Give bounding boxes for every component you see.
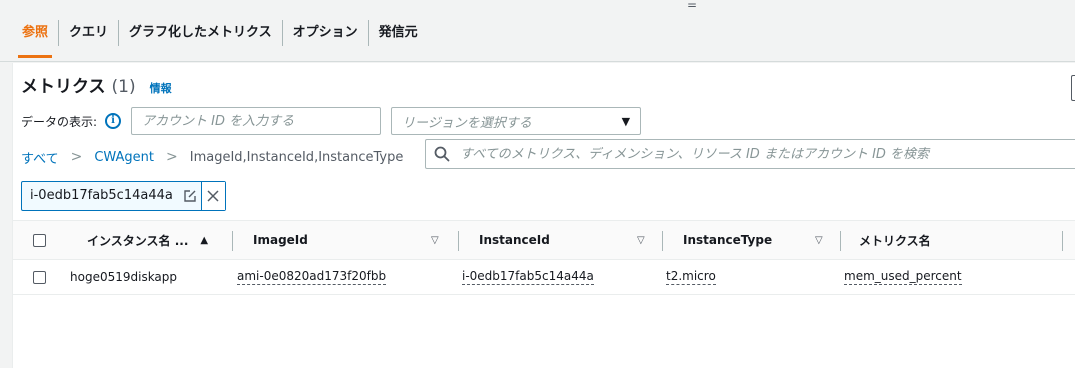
actions-button-edge[interactable]: [1071, 75, 1075, 101]
cell-image-id[interactable]: ami-0e0820ad173f20fbb: [237, 260, 387, 294]
info-icon[interactable]: i: [105, 113, 122, 129]
row-select-cell: [33, 260, 46, 294]
column-separator[interactable]: [232, 231, 233, 251]
instance-name-text: hoge0519diskapp: [70, 270, 178, 284]
breadcrumb-namespace[interactable]: CWAgent: [94, 150, 154, 165]
table-row[interactable]: hoge0519diskapp ami-0e0820ad173f20fbb i-…: [13, 260, 1075, 295]
instance-type-text[interactable]: t2.micro: [666, 269, 716, 285]
table-header: インスタンス名 ... ▲ ImageId ▽ InstanceId ▽ Ins…: [13, 220, 1075, 260]
column-metric-name[interactable]: メトリクス名: [859, 221, 931, 259]
tab-browse[interactable]: 参照: [12, 20, 58, 58]
column-instance-id[interactable]: InstanceId: [479, 221, 550, 259]
metrics-table: インスタンス名 ... ▲ ImageId ▽ InstanceId ▽ Ins…: [13, 220, 1075, 295]
select-all-cell: [33, 221, 46, 259]
edit-icon[interactable]: [179, 182, 201, 210]
info-link[interactable]: 情報: [150, 80, 172, 96]
column-instance-name[interactable]: インスタンス名 ... ▲: [87, 221, 208, 259]
close-icon[interactable]: [200, 182, 225, 210]
cell-instance-id[interactable]: i-0edb17fab5c14a44a: [462, 260, 594, 294]
filter-token: i-0edb17fab5c14a44a: [21, 181, 226, 211]
image-id-text[interactable]: ami-0e0820ad173f20fbb: [237, 269, 387, 285]
chevron-right-icon: >: [70, 149, 83, 165]
metrics-count: (1): [111, 77, 136, 97]
select-all-checkbox[interactable]: [33, 233, 46, 247]
column-separator[interactable]: [458, 231, 459, 251]
tab-divider: [0, 61, 1075, 62]
column-image-id[interactable]: ImageId: [253, 221, 443, 259]
tab-options[interactable]: オプション: [283, 20, 368, 46]
row-checkbox[interactable]: [33, 270, 46, 284]
sort-icon: ▽: [637, 234, 645, 246]
tab-bar: 参照 クエリ グラフ化したメトリクス オプション 発信元: [12, 8, 428, 58]
caret-down-icon: ▼: [621, 114, 631, 128]
data-display-label: データの表示:: [21, 114, 98, 129]
cell-metric-name[interactable]: mem_used_percent: [844, 260, 962, 294]
data-display-filter: データの表示: i リージョンを選択する ▼: [21, 107, 642, 135]
account-id-input[interactable]: [131, 107, 382, 135]
cell-instance-name: hoge0519diskapp: [70, 260, 177, 294]
column-label: メトリクス名: [859, 233, 931, 248]
panel-resize-handle[interactable]: =: [686, 0, 698, 11]
breadcrumb-dimensions: ImageId,InstanceId,InstanceType: [189, 149, 404, 165]
column-instance-type[interactable]: InstanceType: [683, 221, 772, 259]
instance-id-text[interactable]: i-0edb17fab5c14a44a: [462, 269, 594, 285]
metric-search-input[interactable]: [460, 146, 1075, 162]
column-label: InstanceId: [479, 233, 550, 247]
cell-instance-type[interactable]: t2.micro: [666, 260, 716, 294]
sort-icon: ▽: [431, 234, 439, 246]
chevron-right-icon: >: [166, 149, 178, 165]
panel-title: メトリクス: [21, 77, 106, 97]
column-label: インスタンス名 ...: [87, 233, 189, 248]
breadcrumb-all[interactable]: すべて: [21, 148, 59, 167]
search-icon: [434, 146, 450, 162]
column-separator[interactable]: [1062, 231, 1063, 251]
column-separator[interactable]: [662, 231, 663, 251]
metric-search[interactable]: [425, 139, 1075, 169]
region-select[interactable]: リージョンを選択する ▼: [391, 107, 642, 135]
column-label: ImageId: [253, 233, 308, 247]
metric-name-text[interactable]: mem_used_percent: [844, 269, 962, 285]
sort-asc-icon: ▲: [200, 234, 209, 246]
metrics-panel: メトリクス (1) 情報 データの表示: i リージョンを選択する ▼ すべて …: [12, 63, 1075, 368]
sort-icon: ▽: [815, 234, 823, 246]
column-separator[interactable]: [840, 231, 841, 251]
panel-header: メトリクス (1) 情報: [21, 72, 172, 97]
column-label: InstanceType: [683, 233, 773, 247]
filter-token-label: i-0edb17fab5c14a44a: [30, 188, 173, 203]
breadcrumb: すべて > CWAgent > ImageId,InstanceId,Insta…: [21, 142, 403, 172]
tab-source[interactable]: 発信元: [369, 20, 428, 46]
tab-graphed-metrics[interactable]: グラフ化したメトリクス: [119, 20, 282, 46]
region-select-placeholder: リージョンを選択する: [402, 115, 532, 131]
tab-query[interactable]: クエリ: [59, 20, 118, 46]
